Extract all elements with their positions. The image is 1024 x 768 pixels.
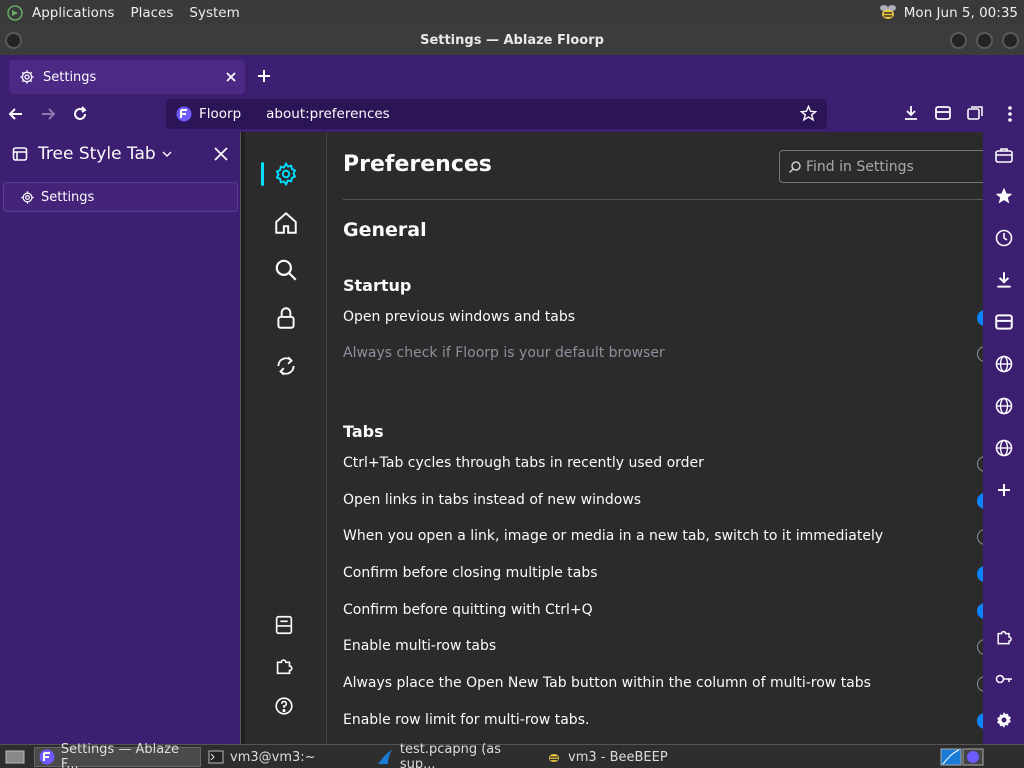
- url-text[interactable]: about:preferences: [266, 106, 390, 122]
- forward-arrow-icon[interactable]: [38, 104, 58, 124]
- option-ctrl-tab-cycles[interactable]: Ctrl+Tab cycles through tabs in recently…: [343, 455, 704, 471]
- section-heading-tabs: Tabs: [343, 422, 384, 441]
- back-arrow-icon[interactable]: [6, 104, 26, 124]
- globe-icon[interactable]: [994, 438, 1014, 458]
- category-help-question-icon[interactable]: [273, 695, 299, 721]
- app-menu-icon[interactable]: [1000, 104, 1020, 124]
- tab-settings[interactable]: Settings: [9, 60, 245, 94]
- category-sync-icon[interactable]: [273, 353, 299, 379]
- workspaces-icon[interactable]: [966, 104, 986, 124]
- tab-strip: Settings: [0, 55, 1024, 96]
- show-desktop-icon[interactable]: [0, 747, 26, 767]
- workspace-switcher-floorp[interactable]: [958, 747, 984, 767]
- tree-style-tab-icon: [12, 146, 28, 162]
- terminal-icon: [208, 750, 224, 764]
- tab-label: Settings: [43, 69, 97, 85]
- option-default-browser-check: Always check if Floorp is your default b…: [343, 345, 665, 361]
- plus-icon[interactable]: [255, 67, 273, 85]
- close-icon[interactable]: [214, 147, 228, 161]
- task-floorp-window[interactable]: Settings — Ablaze F...: [34, 742, 201, 768]
- option-confirm-quit[interactable]: Confirm before quitting with Ctrl+Q: [343, 602, 593, 618]
- sidebar-tab-label: Settings: [41, 189, 95, 205]
- navigation-toolbar: Floorp about:preferences: [0, 96, 1024, 132]
- briefcase-icon[interactable]: [994, 145, 1014, 165]
- task-label: vm3 - BeeBEEP: [568, 749, 668, 765]
- beebeep-icon: [549, 754, 559, 762]
- category-floorp-notes-icon[interactable]: [273, 614, 299, 640]
- option-newtab-button-multirow[interactable]: Always place the Open New Tab button wit…: [343, 675, 871, 691]
- task-label: Settings — Ablaze F...: [60, 742, 180, 768]
- notes-icon[interactable]: [994, 312, 1014, 332]
- identity-box[interactable]: Floorp: [166, 106, 241, 122]
- search-input[interactable]: [806, 158, 983, 175]
- sidebar-title[interactable]: Tree Style Tab: [38, 144, 156, 164]
- category-search-icon[interactable]: [273, 257, 299, 283]
- floorp-logo-icon: [39, 749, 55, 765]
- category-general-gear-icon[interactable]: [273, 161, 299, 187]
- browser-manager-sidebar-bar: [983, 132, 1024, 744]
- task-beebeep[interactable]: vm3 - BeeBEEP: [542, 747, 692, 767]
- history-clock-icon[interactable]: [994, 228, 1014, 248]
- reload-icon[interactable]: [70, 104, 90, 124]
- close-icon[interactable]: [223, 69, 239, 85]
- option-open-previous-windows[interactable]: Open previous windows and tabs: [343, 309, 575, 325]
- search-icon: [788, 160, 802, 174]
- category-extensions-puzzle-icon[interactable]: [273, 655, 299, 681]
- download-icon[interactable]: [994, 270, 1014, 290]
- menu-system[interactable]: System: [181, 5, 247, 21]
- section-heading-general: General: [343, 219, 427, 241]
- window-title: Settings — Ablaze Floorp: [420, 32, 604, 48]
- section-heading-startup: Startup: [343, 276, 412, 295]
- globe-icon[interactable]: [994, 396, 1014, 416]
- key-icon[interactable]: [994, 669, 1014, 689]
- page-title: Preferences: [343, 152, 492, 177]
- gnome-foot-icon[interactable]: [0, 4, 24, 22]
- star-icon[interactable]: [994, 186, 1014, 206]
- chevron-down-icon[interactable]: [162, 149, 172, 159]
- title-divider: [343, 199, 983, 200]
- wireshark-fin-icon: [377, 750, 392, 764]
- window-menu-button[interactable]: [5, 32, 22, 49]
- task-label: vm3@vm3:~: [230, 749, 316, 765]
- top-panel: Applications Places System Mon Jun 5, 00…: [0, 0, 1024, 25]
- plus-icon[interactable]: [994, 480, 1014, 500]
- window-titlebar[interactable]: Settings — Ablaze Floorp: [0, 25, 1024, 55]
- menu-places[interactable]: Places: [122, 5, 181, 21]
- sidebar-toggle-icon[interactable]: [934, 104, 954, 124]
- preferences-categories: [245, 132, 327, 744]
- star-outline-icon[interactable]: [800, 105, 817, 122]
- extensions-puzzle-icon[interactable]: [994, 627, 1014, 647]
- gear-icon[interactable]: [994, 710, 1014, 730]
- task-wireshark[interactable]: test.pcapng (as sup...: [372, 742, 540, 768]
- task-label: test.pcapng (as sup...: [399, 742, 502, 768]
- url-bar[interactable]: Floorp about:preferences: [166, 99, 827, 129]
- minimize-button[interactable]: [950, 32, 967, 49]
- floorp-logo-icon: [176, 106, 192, 122]
- maximize-button[interactable]: [976, 32, 993, 49]
- download-icon[interactable]: [902, 104, 922, 124]
- gear-icon: [19, 69, 35, 85]
- sidebar-tree-tab[interactable]: Settings: [3, 182, 238, 212]
- selected-category-indicator: [261, 162, 264, 186]
- gear-icon: [20, 190, 35, 205]
- preferences-content: Preferences General Startup Open previou…: [327, 132, 983, 744]
- option-switch-to-new-tab[interactable]: When you open a link, image or media in …: [343, 528, 883, 544]
- category-privacy-lock-icon[interactable]: [273, 305, 299, 331]
- beebeep-tray-icon[interactable]: [878, 4, 898, 22]
- clock[interactable]: Mon Jun 5, 00:35: [904, 5, 1018, 21]
- option-links-in-tabs[interactable]: Open links in tabs instead of new window…: [343, 492, 641, 508]
- globe-icon[interactable]: [994, 354, 1014, 374]
- category-home-icon[interactable]: [273, 210, 299, 236]
- close-window-button[interactable]: [1002, 32, 1019, 49]
- sidebar-panel: Tree Style Tab Settings: [0, 132, 240, 744]
- identity-label: Floorp: [199, 106, 242, 122]
- sidebar-header[interactable]: Tree Style Tab: [0, 132, 240, 176]
- task-terminal[interactable]: vm3@vm3:~: [204, 747, 364, 767]
- taskbar: Settings — Ablaze F... vm3@vm3:~ test.pc…: [0, 742, 1024, 768]
- option-row-limit[interactable]: Enable row limit for multi-row tabs.: [343, 712, 589, 728]
- option-confirm-close-tabs[interactable]: Confirm before closing multiple tabs: [343, 565, 598, 581]
- menu-applications[interactable]: Applications: [24, 5, 122, 21]
- search-box[interactable]: [779, 150, 983, 183]
- option-multirow-tabs[interactable]: Enable multi-row tabs: [343, 638, 496, 654]
